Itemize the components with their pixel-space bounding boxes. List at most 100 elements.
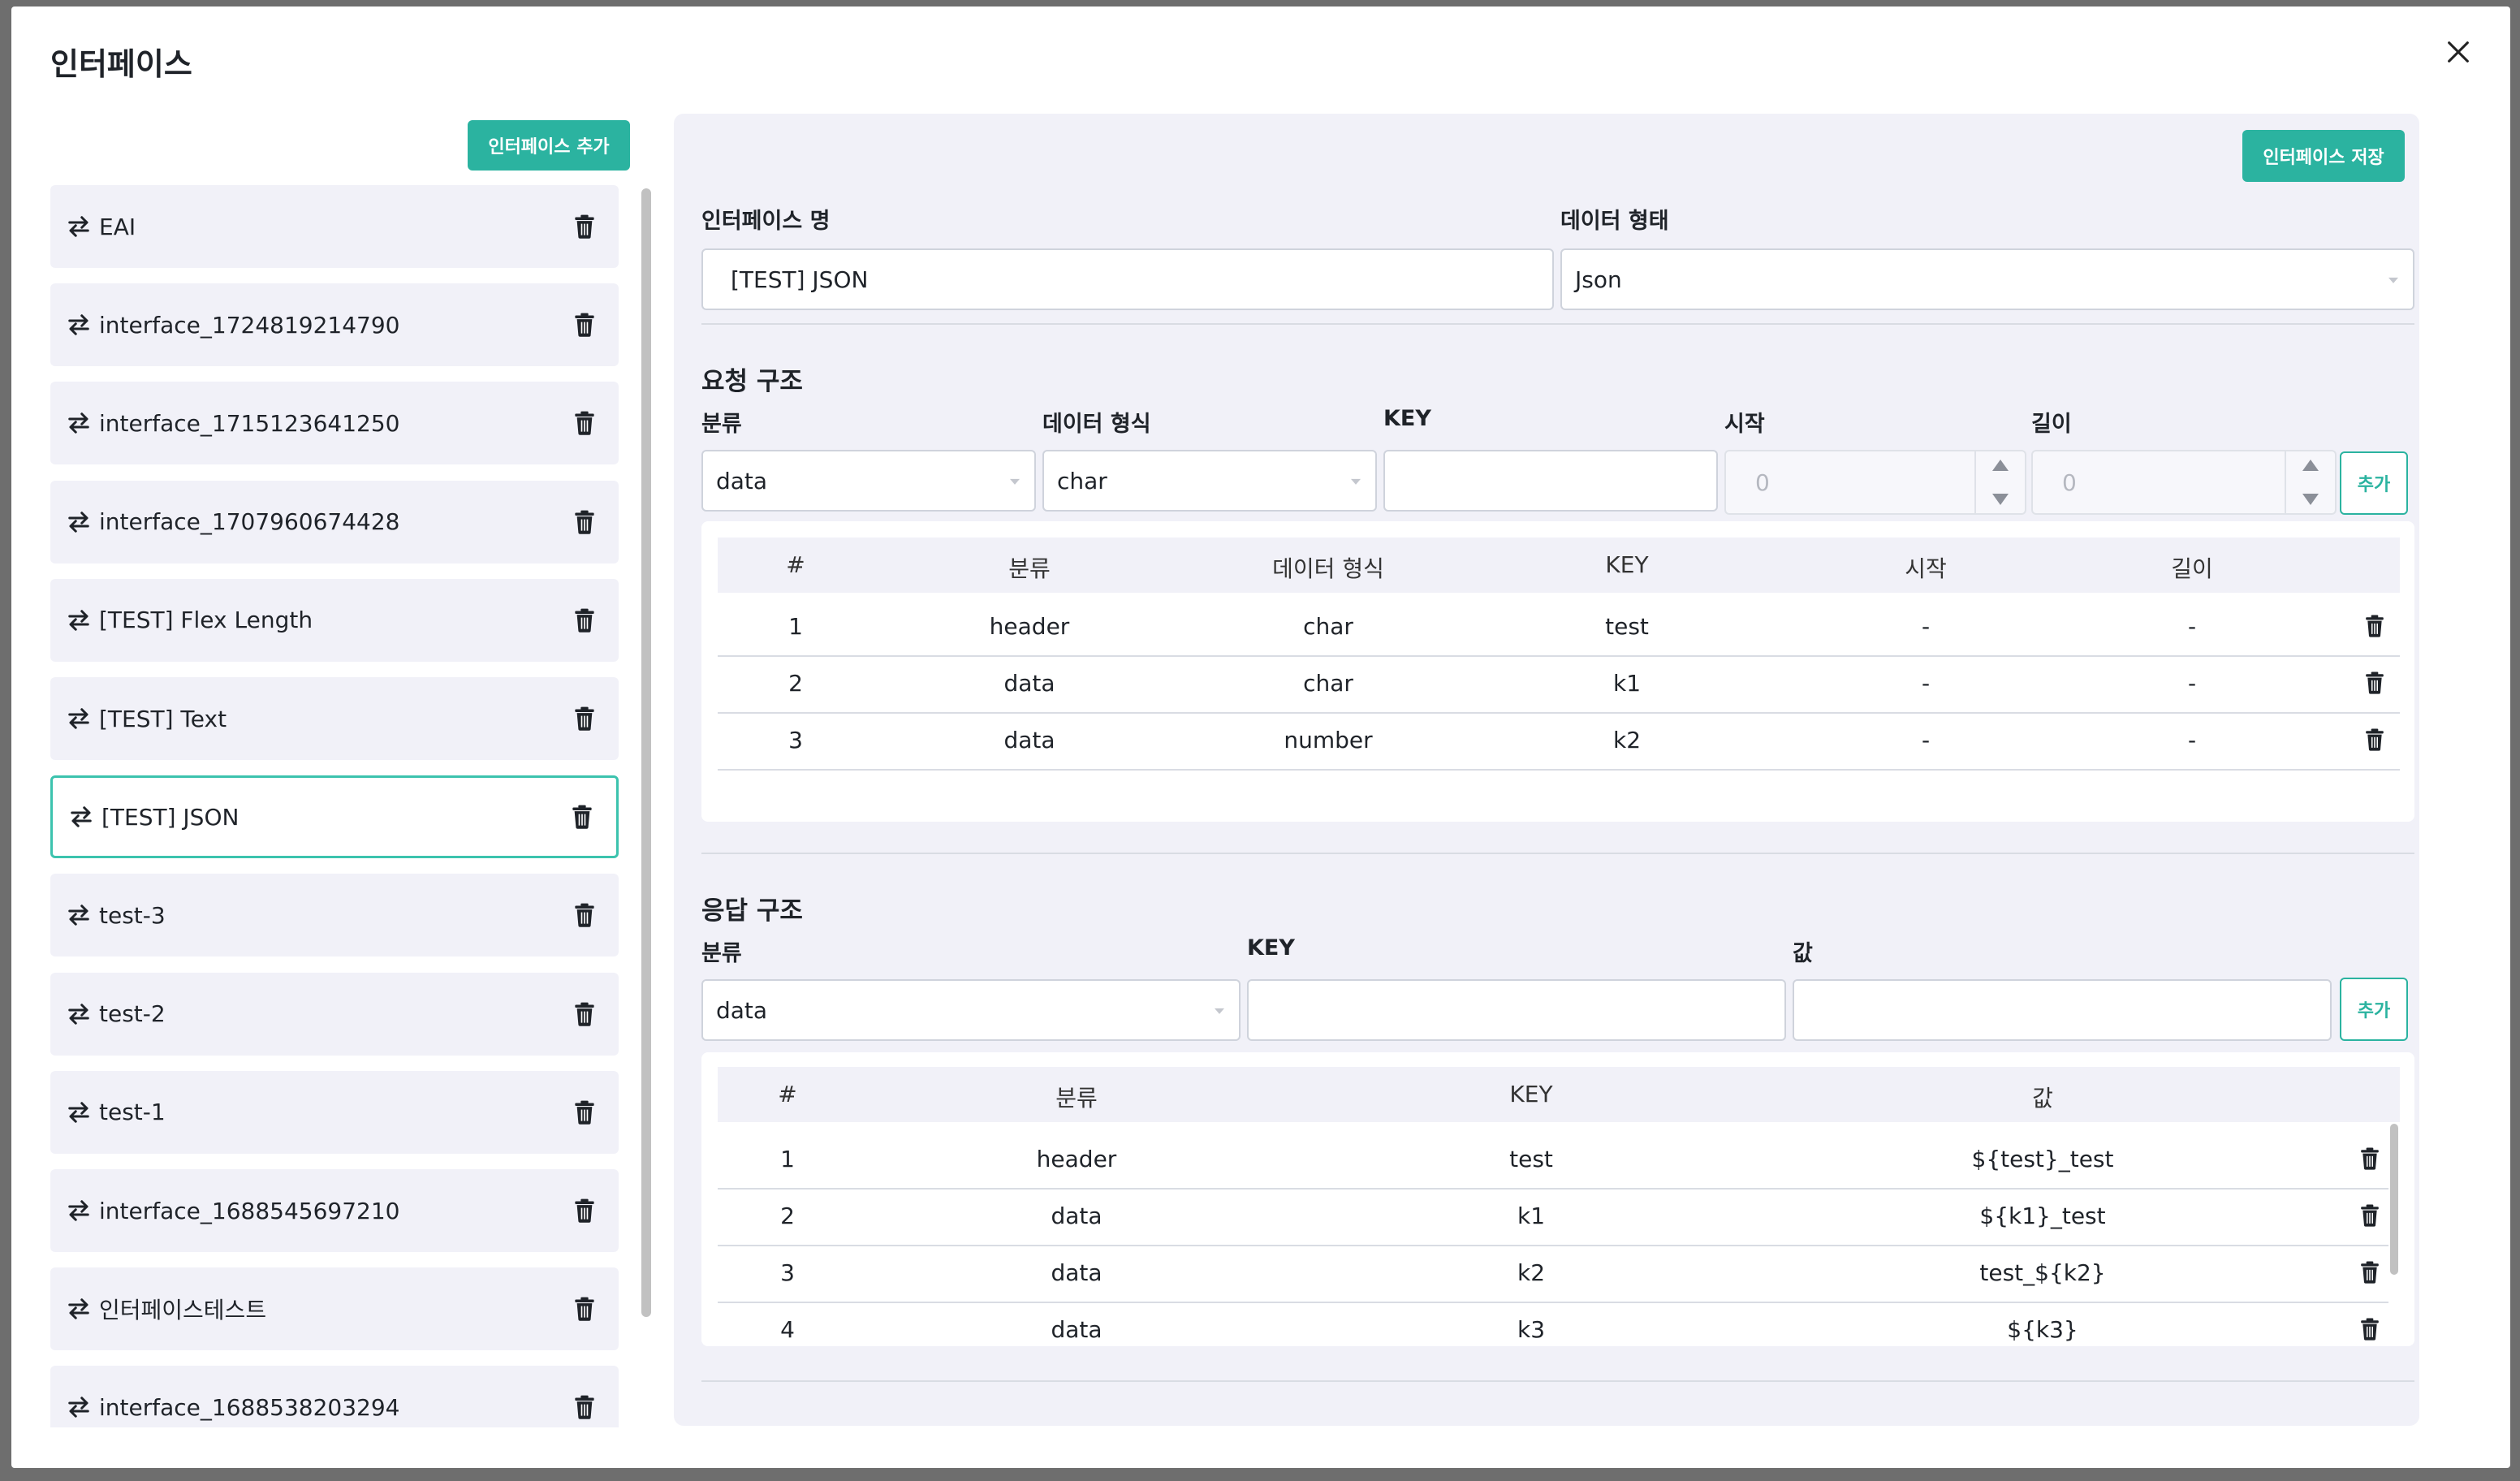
response-category-value: data [716,996,768,1024]
request-start-label: 시작 [1724,412,1765,437]
trash-icon[interactable] [573,510,596,534]
response-category-select[interactable]: data [701,979,1241,1041]
data-type-select[interactable]: Json [1560,248,2414,310]
trash-icon[interactable] [573,706,596,731]
arrow-down-icon[interactable] [2302,494,2319,505]
arrow-up-icon[interactable] [2302,460,2319,471]
modal-title: 인터페이스 [50,46,192,82]
interface-list-item[interactable]: interface_1715123641250 [50,382,619,465]
trash-icon[interactable] [573,1100,596,1125]
swap-icon [67,1002,91,1026]
row-divider [718,1188,2388,1190]
request-start-placeholder: 0 [1755,468,1770,496]
request-divider [701,853,2414,854]
trash-icon[interactable] [573,411,596,436]
interface-list-item[interactable]: 인터페이스테스트 [50,1267,619,1351]
trash-icon[interactable] [573,608,596,633]
swap-icon [67,313,91,337]
interface-name: interface_1724819214790 [99,311,400,339]
interface-list-item[interactable]: interface_1707960674428 [50,480,619,563]
swap-icon [67,214,91,239]
trash-icon[interactable] [2359,1204,2380,1228]
trash-icon[interactable] [573,313,596,337]
request-add-button[interactable]: 추가 [2340,451,2408,515]
request-length-input[interactable]: 0 [2031,450,2337,515]
request-key-label: KEY [1383,406,1431,431]
response-header-cell: KEY [1509,1081,1553,1108]
swap-icon [69,805,93,829]
request-category-select[interactable]: data [701,450,1036,512]
swap-icon [67,706,91,731]
response-cell: ${test}_test [1971,1146,2114,1172]
close-icon [2448,41,2469,63]
response-cell: ${k1}_test [1979,1203,2106,1229]
request-format-label: 데이터 형식 [1042,412,1151,437]
swap-icon [67,1100,91,1125]
request-cell: data [1003,727,1055,753]
trash-icon[interactable] [573,1002,596,1026]
response-key-input[interactable] [1247,979,1786,1041]
request-header-cell: 길이 [2171,555,2213,582]
trash-icon[interactable] [573,1297,596,1321]
request-format-value: char [1057,467,1107,494]
interface-list-item[interactable]: test-2 [50,972,619,1056]
interface-list-item[interactable]: [TEST] Text [50,677,619,760]
response-table-scrollbar[interactable] [2390,1124,2398,1275]
response-category-label: 분류 [701,941,742,966]
interface-list-item[interactable]: interface_1688538203294 [50,1366,619,1427]
request-cell: char [1303,613,1353,640]
trash-icon[interactable] [571,805,593,829]
trash-icon[interactable] [2359,1318,2380,1342]
request-cell: k1 [1612,670,1642,697]
interface-list-item[interactable]: test-3 [50,874,619,957]
trash-icon[interactable] [2359,1147,2380,1172]
swap-icon [67,1297,91,1321]
response-cell: 2 [780,1203,795,1229]
interface-list-item[interactable]: interface_1688545697210 [50,1169,619,1252]
trash-icon[interactable] [2364,671,2385,696]
trash-icon[interactable] [573,1395,596,1420]
response-key-label: KEY [1247,935,1295,961]
request-format-select[interactable]: char [1042,450,1377,512]
request-start-input[interactable]: 0 [1724,450,2026,515]
chevron-down-icon [1351,478,1361,485]
add-interface-button[interactable]: 인터페이스 추가 [468,120,630,171]
interface-name-input[interactable]: [TEST] JSON [701,248,1554,310]
trash-icon[interactable] [2359,1261,2380,1285]
chevron-down-icon [2388,277,2398,283]
arrow-up-icon[interactable] [1992,460,2009,471]
interface-name: 인터페이스테스트 [99,1297,267,1324]
trash-icon[interactable] [573,903,596,928]
trash-icon[interactable] [2364,615,2385,639]
request-cell: header [989,613,1070,640]
save-interface-button[interactable]: 인터페이스 저장 [2242,130,2405,182]
interface-name: interface_1715123641250 [99,409,400,437]
form-divider [701,323,2414,325]
request-header-cell: 분류 [1008,555,1051,582]
request-start-spinner[interactable] [1974,451,2025,513]
request-length-spinner[interactable] [2285,451,2335,513]
trash-icon[interactable] [573,1198,596,1223]
interface-name: [TEST] JSON [101,803,239,831]
response-header-cell: 값 [2032,1085,2053,1112]
interface-list-item[interactable]: EAI [50,185,619,268]
trash-icon[interactable] [573,214,596,239]
request-key-input[interactable] [1383,450,1718,512]
response-cell: 1 [780,1146,795,1172]
interface-name: test-3 [99,901,166,929]
request-cell: - [2187,613,2197,640]
arrow-down-icon[interactable] [1992,494,2009,505]
interface-list-item[interactable]: [TEST] JSON [50,775,619,859]
request-header-cell: KEY [1605,551,1649,578]
trash-icon[interactable] [2364,728,2385,753]
data-type-label: 데이터 형태 [1560,209,1669,234]
response-cell: ${k3} [2007,1316,2078,1343]
response-value-input[interactable] [1793,979,2332,1041]
close-button[interactable] [2436,29,2481,75]
interface-list-item[interactable]: [TEST] Flex Length [50,578,619,662]
interface-list-item[interactable]: test-1 [50,1070,619,1154]
interface-list-item[interactable]: interface_1724819214790 [50,283,619,367]
request-cell: test [1605,613,1649,640]
response-add-button[interactable]: 추가 [2340,978,2408,1041]
response-header-cell: # [778,1081,797,1108]
